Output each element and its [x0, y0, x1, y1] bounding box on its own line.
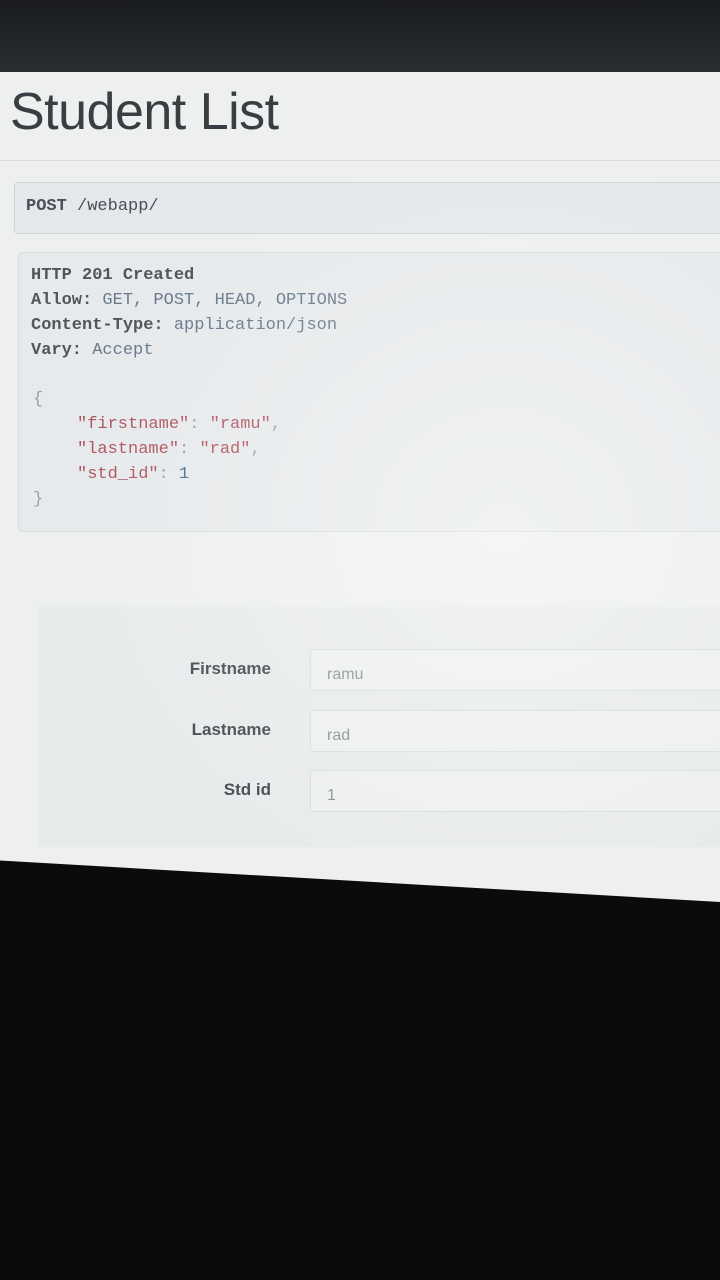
- header-value: application/json: [173, 316, 338, 335]
- json-separator: :: [189, 415, 210, 434]
- json-comma: ,: [270, 415, 282, 434]
- header-value: GET, POST, HEAD, OPTIONS: [102, 291, 348, 310]
- request-method: POST: [26, 197, 67, 216]
- lastname-input[interactable]: [310, 710, 720, 752]
- json-key: "std_id": [77, 465, 159, 484]
- json-line: "std_id": 1: [33, 462, 281, 487]
- std-id-label: Std id: [223, 780, 271, 799]
- header-key: Vary:: [31, 341, 83, 360]
- firstname-input[interactable]: [310, 649, 720, 691]
- firstname-label: Firstname: [189, 659, 271, 678]
- response-status: HTTP 201 Created: [31, 266, 195, 285]
- page-title: Student List: [10, 83, 279, 141]
- json-value: "ramu": [209, 415, 271, 434]
- monitor-bezel-top: [0, 0, 720, 78]
- header-key: Allow:: [31, 291, 93, 310]
- request-path: /webapp/: [77, 197, 159, 216]
- json-close-brace: }: [33, 490, 44, 509]
- response-headers: HTTP 201 Created Allow: GET, POST, HEAD,…: [31, 263, 347, 363]
- json-separator: :: [158, 465, 180, 484]
- lastname-label: Lastname: [191, 720, 271, 739]
- response-panel: HTTP 201 Created Allow: GET, POST, HEAD,…: [18, 252, 720, 532]
- json-open-brace: {: [33, 390, 44, 409]
- json-key: "firstname": [77, 415, 190, 434]
- form-row-lastname: Lastname: [38, 710, 720, 754]
- json-separator: :: [179, 440, 200, 459]
- std-id-input[interactable]: [310, 770, 720, 812]
- browser-viewport: Student List POST /webapp/ HTTP 201 Crea…: [0, 72, 720, 902]
- json-value: "rad": [199, 440, 251, 459]
- header-key: Content-Type:: [31, 316, 164, 335]
- request-info: POST /webapp/: [14, 182, 720, 234]
- header-value: Accept: [92, 341, 154, 360]
- json-comma: ,: [250, 440, 261, 459]
- title-divider: [0, 160, 720, 161]
- header-line: Vary: Accept: [31, 338, 347, 363]
- json-key: "lastname": [77, 440, 180, 459]
- form-row-std-id: Std id: [38, 770, 720, 814]
- json-line: "firstname": "ramu",: [33, 412, 281, 437]
- form-row-firstname: Firstname: [38, 649, 720, 693]
- header-line: Content-Type: application/json: [31, 313, 347, 338]
- student-form: Firstname Lastname Std id: [38, 607, 720, 847]
- json-value: 1: [179, 465, 190, 484]
- response-json: { "firstname": "ramu", "lastname": "rad"…: [33, 387, 281, 512]
- header-line: Allow: GET, POST, HEAD, OPTIONS: [31, 288, 347, 313]
- json-line: "lastname": "rad",: [33, 437, 281, 462]
